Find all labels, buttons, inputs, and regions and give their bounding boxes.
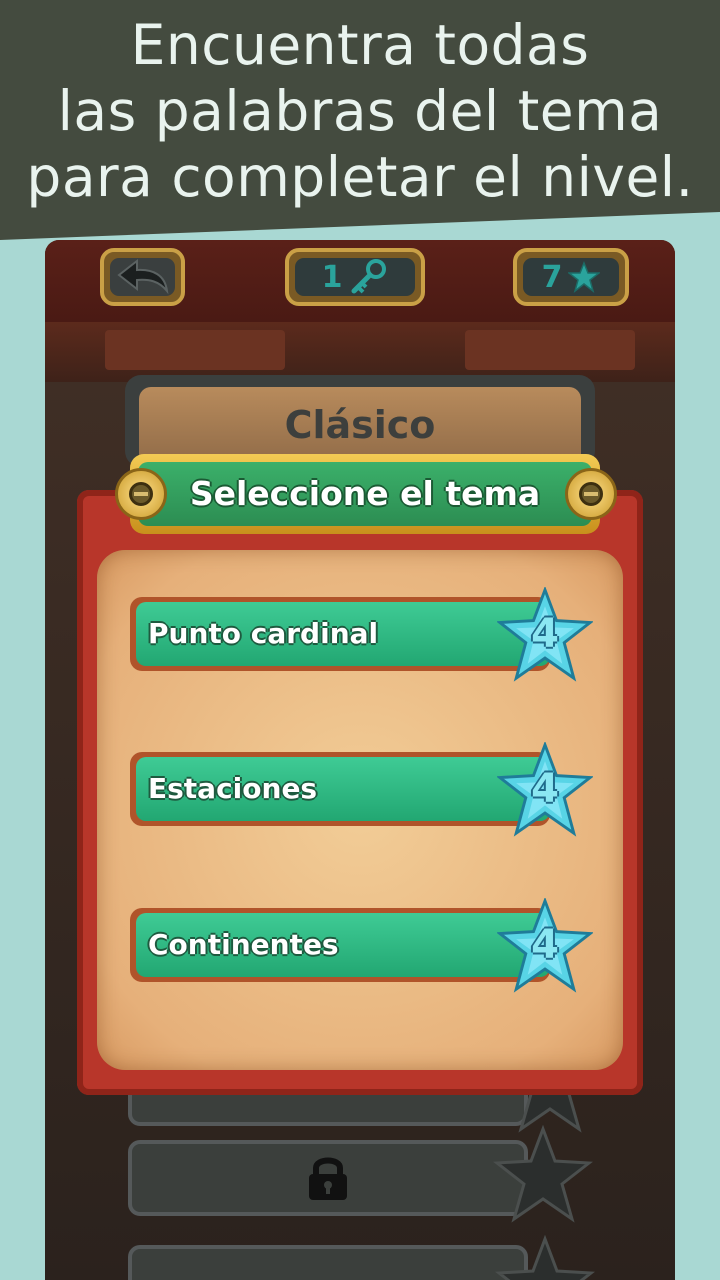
key-icon xyxy=(351,259,387,294)
theme-star-count: 4 xyxy=(531,766,559,812)
theme-label: Punto cardinal xyxy=(136,602,550,666)
stars-count: 7 xyxy=(541,259,563,295)
modal-title: Seleccione el tema xyxy=(138,462,592,526)
theme-label: Continentes xyxy=(136,913,550,977)
stars-counter: 7 xyxy=(513,248,629,306)
theme-star-badge: 4 xyxy=(495,585,595,683)
locked-level-row[interactable] xyxy=(128,1140,528,1216)
locked-level-row[interactable] xyxy=(128,1245,528,1280)
theme-button-estaciones[interactable]: Estaciones xyxy=(130,752,550,826)
game-screen: 1 7 Clásico Seleccione el tema Punto car… xyxy=(45,240,675,1280)
star-icon xyxy=(568,261,601,293)
promo-line-2: las palabras del tema xyxy=(57,79,663,143)
modal-title-banner: Seleccione el tema xyxy=(130,454,600,534)
back-button[interactable] xyxy=(100,248,185,306)
theme-label: Estaciones xyxy=(136,757,550,821)
bolt-left-icon xyxy=(115,468,167,520)
keys-counter: 1 xyxy=(285,248,425,306)
shelf-panel-right xyxy=(465,330,635,370)
keys-count: 1 xyxy=(321,259,343,295)
back-arrow-icon xyxy=(116,259,168,295)
theme-star-count: 4 xyxy=(531,611,559,657)
theme-star-count: 4 xyxy=(531,922,559,968)
promo-line-3: para completar el nivel. xyxy=(26,145,694,209)
padlock-icon xyxy=(309,1157,347,1200)
theme-button-punto-cardinal[interactable]: Punto cardinal xyxy=(130,597,550,671)
theme-star-badge: 4 xyxy=(495,740,595,838)
shelf-panel-left xyxy=(105,330,285,370)
theme-star-badge: 4 xyxy=(495,896,595,994)
bolt-right-icon xyxy=(565,468,617,520)
locked-star-icon xyxy=(493,1125,593,1223)
promo-line-1: Encuentra todas xyxy=(130,13,590,77)
theme-button-continentes[interactable]: Continentes xyxy=(130,908,550,982)
locked-star-icon xyxy=(495,1235,595,1280)
